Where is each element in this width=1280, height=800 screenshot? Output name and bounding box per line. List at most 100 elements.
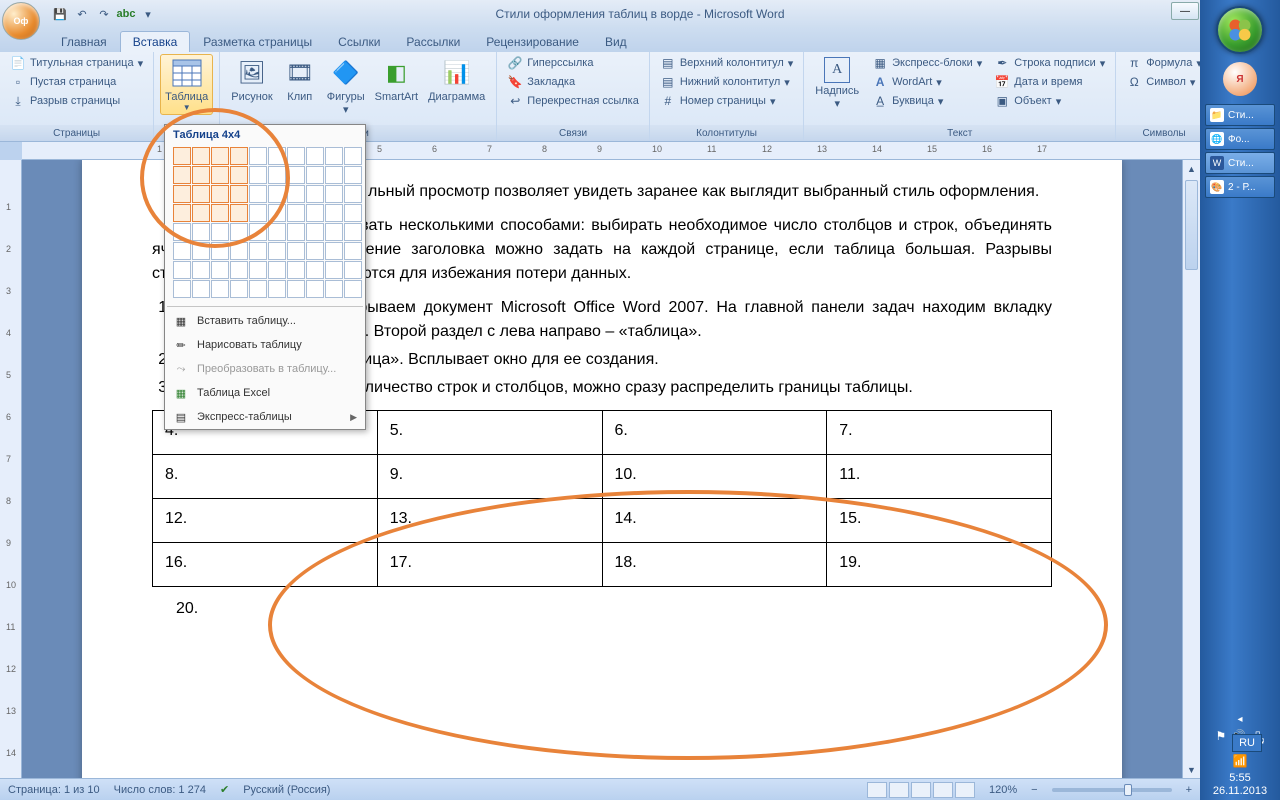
minimize-button[interactable]: — (1171, 2, 1199, 20)
table-cell[interactable]: 14. (602, 499, 827, 543)
scroll-down-icon[interactable]: ▼ (1183, 761, 1200, 778)
grid-cell[interactable] (211, 166, 229, 184)
grid-cell[interactable] (173, 223, 191, 241)
grid-cell[interactable] (230, 280, 248, 298)
grid-cell[interactable] (192, 166, 210, 184)
outline-view[interactable] (933, 782, 953, 798)
grid-cell[interactable] (173, 185, 191, 203)
grid-cell[interactable] (173, 242, 191, 260)
taskbar-item[interactable]: 🎨2 - Р... (1205, 176, 1275, 198)
grid-cell[interactable] (249, 185, 267, 203)
tray-flag-icon[interactable]: ⚑ (1215, 729, 1226, 750)
grid-cell[interactable] (192, 223, 210, 241)
zoom-out-button[interactable]: − (1031, 784, 1037, 796)
grid-cell[interactable] (287, 147, 305, 165)
grid-cell[interactable] (211, 204, 229, 222)
insert-table-item[interactable]: ▦Вставить таблицу... (165, 309, 365, 333)
tab-insert[interactable]: Вставка (120, 31, 191, 52)
grid-cell[interactable] (344, 261, 362, 279)
grid-cell[interactable] (268, 204, 286, 222)
grid-cell[interactable] (325, 147, 343, 165)
excel-table-item[interactable]: ▦Таблица Excel (165, 381, 365, 405)
cover-page-button[interactable]: 📄Титульная страница ▾ (6, 54, 147, 72)
grid-cell[interactable] (268, 223, 286, 241)
print-layout-view[interactable] (867, 782, 887, 798)
taskbar-item[interactable]: WСти... (1205, 152, 1275, 174)
grid-cell[interactable] (325, 185, 343, 203)
grid-cell[interactable] (268, 147, 286, 165)
wordart-button[interactable]: AWordArt ▾ (868, 73, 986, 91)
undo-icon[interactable]: ↶ (72, 4, 92, 24)
clip-button[interactable]: 🎞Клип (278, 54, 322, 106)
grid-cell[interactable] (344, 147, 362, 165)
grid-cell[interactable] (249, 147, 267, 165)
table-cell[interactable]: 9. (377, 455, 602, 499)
show-hidden-icon[interactable]: ◂ (1213, 714, 1267, 725)
dropcap-button[interactable]: A̲Буквица ▾ (868, 92, 986, 110)
spellcheck-icon[interactable]: abc (116, 4, 136, 24)
hyperlink-button[interactable]: 🔗Гиперссылка (503, 54, 643, 72)
picture-button[interactable]: 🖼Рисунок (226, 54, 278, 106)
page-break-button[interactable]: ⤓Разрыв страницы (6, 92, 147, 110)
tab-mailings[interactable]: Рассылки (393, 31, 473, 52)
table-cell[interactable]: 5. (377, 411, 602, 455)
grid-cell[interactable] (344, 166, 362, 184)
grid-cell[interactable] (325, 166, 343, 184)
tab-review[interactable]: Рецензирование (473, 31, 592, 52)
grid-cell[interactable] (287, 185, 305, 203)
taskbar-item[interactable]: 🌐Фо... (1205, 128, 1275, 150)
grid-cell[interactable] (230, 147, 248, 165)
draft-view[interactable] (955, 782, 975, 798)
grid-cell[interactable] (268, 280, 286, 298)
grid-cell[interactable] (306, 185, 324, 203)
object-button[interactable]: ▣Объект ▾ (990, 92, 1109, 110)
taskbar-item[interactable]: 📁Сти... (1205, 104, 1275, 126)
chart-button[interactable]: 📊Диаграмма (423, 54, 490, 106)
grid-cell[interactable] (192, 147, 210, 165)
grid-cell[interactable] (325, 242, 343, 260)
table-cell[interactable]: 19. (827, 543, 1052, 587)
table-cell[interactable]: 18. (602, 543, 827, 587)
quick-tables-item[interactable]: ▤Экспресс-таблицы▶ (165, 405, 365, 429)
grid-cell[interactable] (344, 242, 362, 260)
fullscreen-view[interactable] (889, 782, 909, 798)
zoom-thumb[interactable] (1124, 784, 1132, 796)
start-button[interactable] (1216, 6, 1264, 54)
table-cell[interactable]: 15. (827, 499, 1052, 543)
grid-cell[interactable] (230, 204, 248, 222)
zoom-slider[interactable] (1052, 788, 1172, 792)
grid-cell[interactable] (287, 280, 305, 298)
word-count[interactable]: Число слов: 1 274 (114, 784, 206, 796)
table-cell[interactable]: 7. (827, 411, 1052, 455)
grid-cell[interactable] (287, 242, 305, 260)
grid-cell[interactable] (249, 280, 267, 298)
grid-cell[interactable] (249, 261, 267, 279)
grid-cell[interactable] (287, 261, 305, 279)
grid-cell[interactable] (268, 166, 286, 184)
tab-pagelayout[interactable]: Разметка страницы (190, 31, 325, 52)
quickparts-button[interactable]: ▦Экспресс-блоки ▾ (868, 54, 986, 72)
tab-view[interactable]: Вид (592, 31, 640, 52)
grid-cell[interactable] (249, 223, 267, 241)
pagenum-button[interactable]: #Номер страницы ▾ (656, 92, 797, 110)
bookmark-button[interactable]: 🔖Закладка (503, 73, 643, 91)
grid-cell[interactable] (249, 204, 267, 222)
tray-signal-icon[interactable]: 📶 (1233, 754, 1248, 768)
tab-references[interactable]: Ссылки (325, 31, 393, 52)
grid-cell[interactable] (306, 242, 324, 260)
scroll-up-icon[interactable]: ▲ (1183, 160, 1200, 177)
grid-cell[interactable] (230, 242, 248, 260)
table-button[interactable]: Таблица ▼ (160, 54, 213, 115)
grid-cell[interactable] (192, 242, 210, 260)
table-cell[interactable]: 16. (153, 543, 378, 587)
grid-cell[interactable] (287, 223, 305, 241)
grid-cell[interactable] (192, 280, 210, 298)
table-cell[interactable]: 13. (377, 499, 602, 543)
grid-cell[interactable] (344, 223, 362, 241)
symbol-button[interactable]: ΩСимвол ▾ (1122, 73, 1206, 91)
grid-cell[interactable] (268, 185, 286, 203)
grid-cell[interactable] (230, 185, 248, 203)
zoom-in-button[interactable]: + (1186, 784, 1192, 796)
grid-cell[interactable] (344, 185, 362, 203)
grid-cell[interactable] (249, 242, 267, 260)
